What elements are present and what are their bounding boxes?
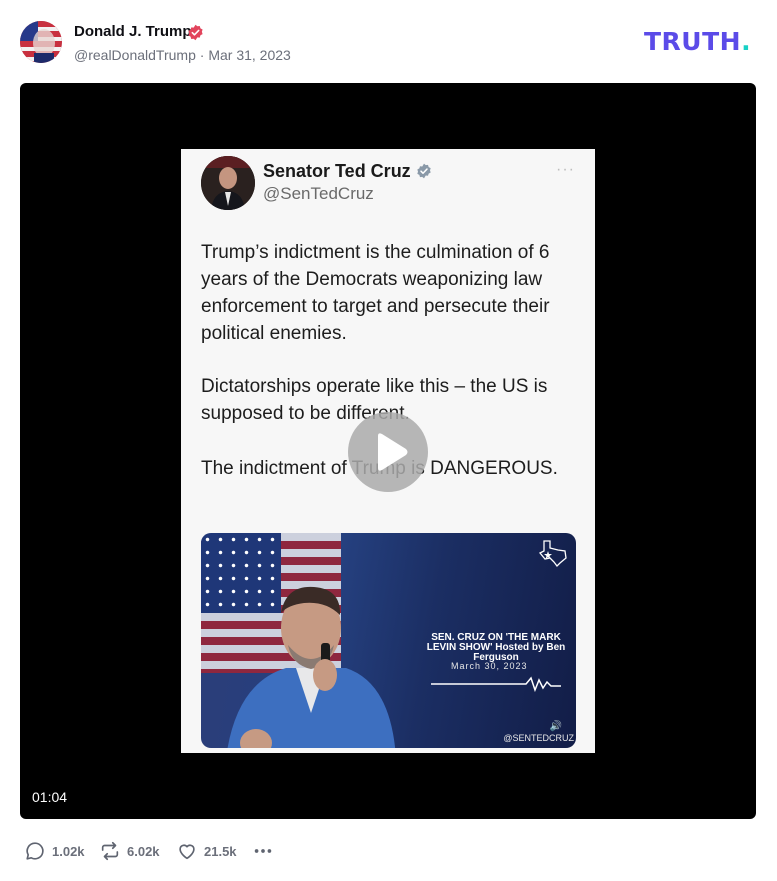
- retruth-icon: [101, 841, 119, 861]
- retruth-button[interactable]: 6.02k: [99, 838, 160, 864]
- separator: ·: [199, 47, 205, 63]
- post-actions: 1.02k 6.02k 21.5k: [24, 838, 324, 864]
- play-button[interactable]: [348, 412, 428, 492]
- retruth-count: 6.02k: [127, 843, 160, 859]
- verified-badge-icon: [188, 24, 203, 41]
- video-watermark: @SENTEDCRUZ: [503, 733, 574, 743]
- video-caption: SEN. CRUZ ON 'THE MARK LEVIN SHOW' Hoste…: [426, 632, 566, 663]
- embedded-tweet-avatar: [201, 156, 255, 210]
- like-count: 21.5k: [204, 843, 237, 859]
- video-caption-date: March 30, 2023: [451, 661, 528, 671]
- embedded-more-icon: ···: [556, 161, 575, 178]
- embedded-tweet-handle: @SenTedCruz: [263, 184, 374, 203]
- author-handle-and-date: @realDonaldTrump · Mar 31, 2023: [74, 45, 291, 65]
- texas-outline-icon: [538, 540, 567, 567]
- play-icon: [378, 433, 408, 471]
- truth-logo[interactable]: TRUTH.: [644, 27, 751, 57]
- video-player[interactable]: Senator Ted Cruz @SenTedCruz ··· Trump’s…: [20, 83, 756, 819]
- author-handle[interactable]: @realDonaldTrump: [74, 47, 196, 63]
- author-avatar[interactable]: [20, 21, 62, 63]
- heart-icon: [179, 844, 195, 860]
- more-options-button[interactable]: [252, 838, 274, 864]
- embedded-tweet-paragraph-1: Trump’s indictment is the culmination of…: [201, 242, 550, 344]
- speaker-icon: 🔊: [549, 721, 562, 732]
- brand-dot: .: [741, 27, 752, 56]
- like-button[interactable]: 21.5k: [176, 838, 237, 864]
- author-name[interactable]: Donald J. Trump: [74, 22, 192, 42]
- brand-text: TRUTH: [644, 27, 742, 56]
- more-options-icon: [254, 849, 272, 853]
- embedded-tweet-photo: SEN. CRUZ ON 'THE MARK LEVIN SHOW' Hoste…: [201, 533, 576, 748]
- post-date[interactable]: Mar 31, 2023: [208, 47, 291, 63]
- audio-waveform-icon: [431, 676, 561, 693]
- speaker-figure: [227, 586, 396, 748]
- reply-button[interactable]: 1.02k: [24, 838, 85, 864]
- reply-count: 1.02k: [52, 843, 85, 859]
- video-duration: 01:04: [32, 789, 68, 805]
- comment-icon: [26, 842, 44, 860]
- embedded-verified-icon: [417, 163, 431, 179]
- embedded-tweet-name: Senator Ted Cruz: [263, 161, 411, 181]
